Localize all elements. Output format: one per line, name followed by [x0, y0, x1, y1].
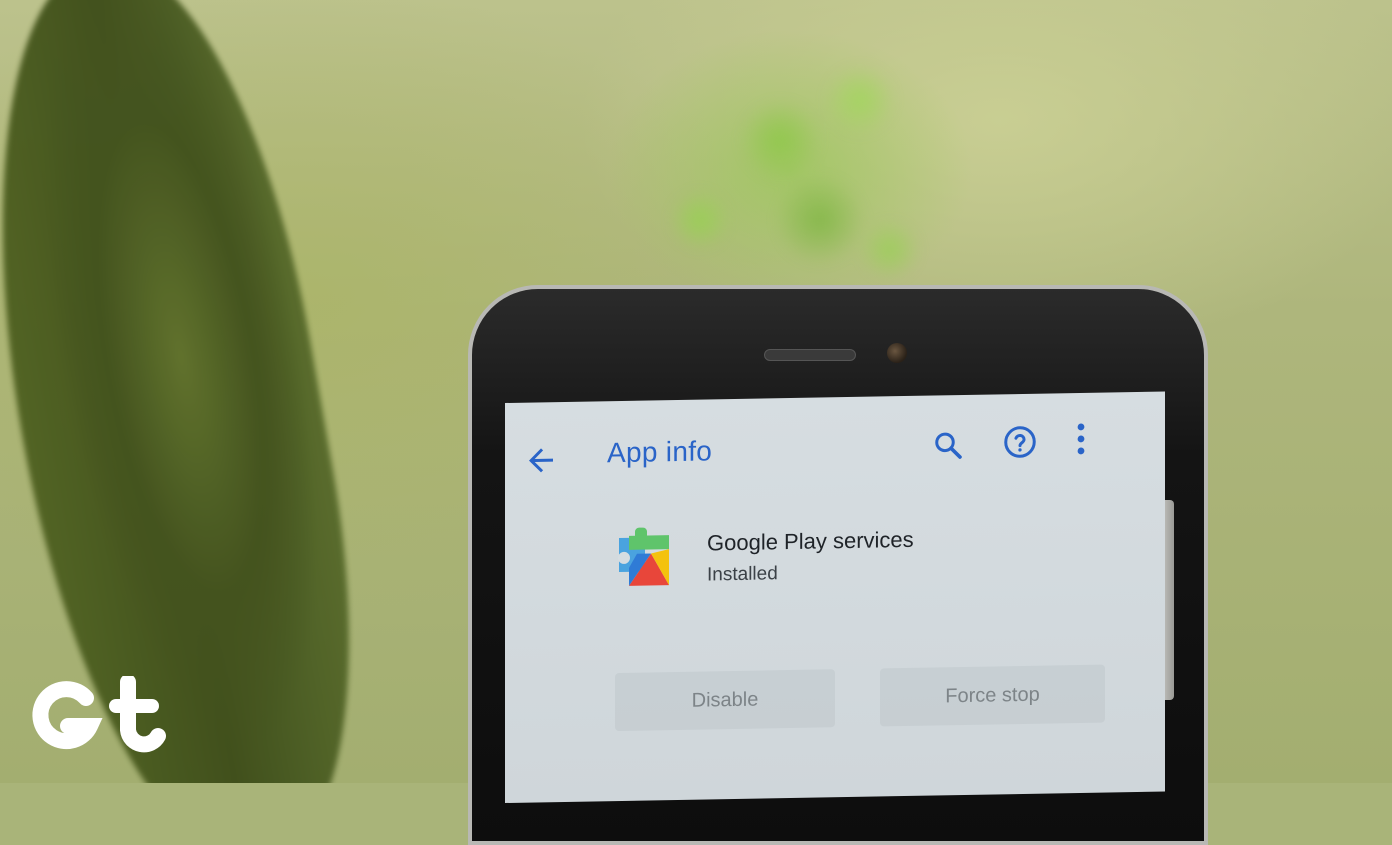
force-stop-button[interactable]: Force stop	[880, 664, 1105, 727]
search-button[interactable]	[930, 427, 966, 464]
action-buttons: Disable Force stop	[605, 664, 1125, 733]
back-button[interactable]	[523, 442, 559, 479]
search-icon	[935, 432, 962, 459]
help-button[interactable]	[1002, 424, 1038, 461]
gt-logo	[28, 674, 168, 756]
front-camera	[887, 343, 907, 363]
page-title: App info	[607, 435, 713, 469]
google-play-services-icon	[615, 525, 677, 588]
more-vert-icon	[1077, 423, 1085, 455]
app-bar: App info	[505, 391, 1165, 503]
app-name: Google Play services	[707, 526, 914, 556]
phone-earpiece	[764, 349, 856, 361]
disable-button[interactable]: Disable	[615, 669, 835, 732]
help-circle-icon	[1004, 426, 1036, 458]
blurred-plant	[620, 20, 940, 300]
more-options-button[interactable]	[1071, 419, 1091, 459]
app-status: Installed	[707, 563, 778, 586]
blurred-tree-trunk	[0, 0, 396, 783]
phone-screen: App info Google Play services Installed …	[505, 391, 1165, 803]
app-header: Google Play services Installed	[615, 517, 1115, 606]
arrow-back-icon	[529, 448, 553, 473]
